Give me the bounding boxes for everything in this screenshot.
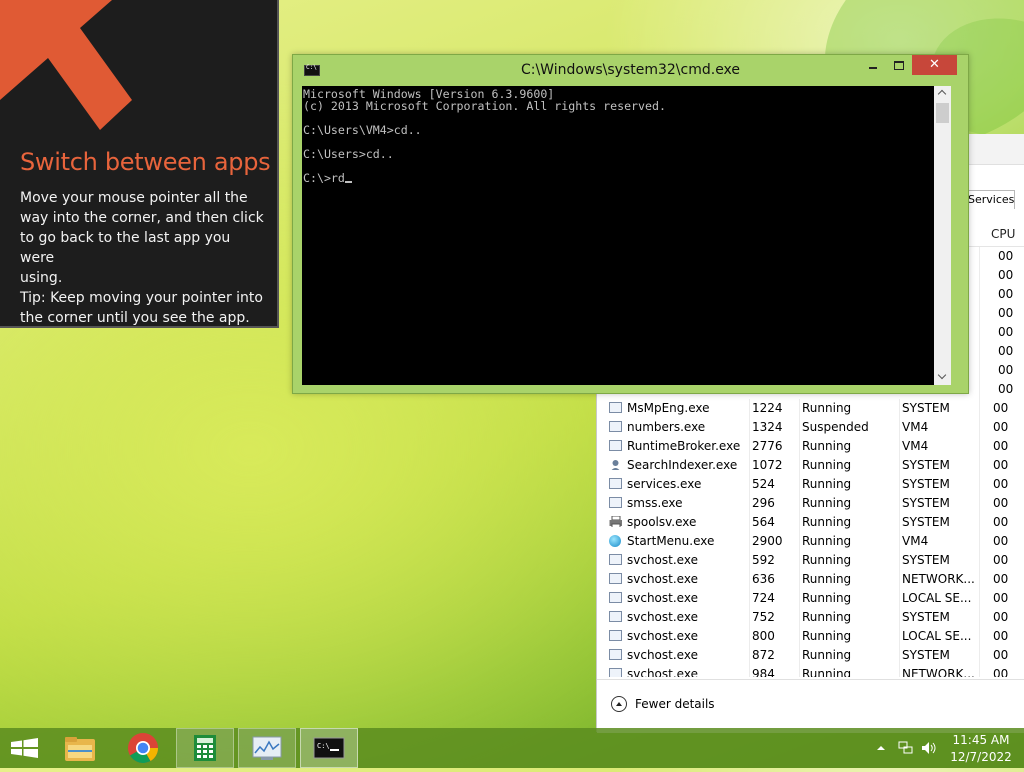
calculator-icon xyxy=(194,735,216,761)
svg-text:C:\: C:\ xyxy=(317,742,330,750)
cpu-cell: 00 xyxy=(979,361,1024,380)
tip-body: Move your mouse pointer all the way into… xyxy=(20,188,265,328)
table-row[interactable]: smss.exe 296 Running SYSTEM 00 xyxy=(605,494,1024,513)
window-icon xyxy=(609,497,622,508)
cpu-cell: 00 xyxy=(979,247,1024,266)
window-icon xyxy=(609,440,622,451)
window-icon xyxy=(609,611,622,622)
switch-apps-tip-panel: Switch between apps Move your mouse poin… xyxy=(0,0,279,328)
tip-line: Move your mouse pointer all the xyxy=(20,190,248,206)
tip-line: to go back to the last app you were xyxy=(20,230,231,266)
cpu-cell: 00 xyxy=(979,380,1024,399)
fewer-details-label: Fewer details xyxy=(635,697,715,711)
table-row[interactable]: svchost.exe 636 Running NETWORK... 00 xyxy=(605,570,1024,589)
cpu-cell: 00 xyxy=(979,342,1024,361)
maximize-button[interactable] xyxy=(886,57,912,75)
scroll-up-arrow-icon[interactable] xyxy=(934,86,951,102)
taskbar-cmd[interactable]: C:\ xyxy=(300,728,358,768)
cmd-icon: C:\ xyxy=(313,737,345,759)
table-row[interactable]: svchost.exe 800 Running LOCAL SE... 00 xyxy=(605,627,1024,646)
table-row[interactable]: SearchIndexer.exe 1072 Running SYSTEM 00 xyxy=(605,456,1024,475)
cmd-titlebar[interactable]: C:\Windows\system32\cmd.exe ✕ xyxy=(293,55,968,85)
fewer-details-button[interactable]: Fewer details xyxy=(611,696,715,712)
cpu-cell: 00 xyxy=(979,304,1024,323)
table-row[interactable]: spoolsv.exe 564 Running SYSTEM 00 xyxy=(605,513,1024,532)
chrome-icon xyxy=(128,733,158,764)
table-row[interactable]: numbers.exe 1324 Suspended VM4 00 xyxy=(605,418,1024,437)
volume-icon[interactable] xyxy=(921,740,937,756)
file-explorer-icon xyxy=(65,737,95,761)
text-cursor xyxy=(344,181,352,183)
console-line: C:\Users\VM4>cd.. xyxy=(303,123,422,137)
console-line: (c) 2013 Microsoft Corporation. All righ… xyxy=(303,99,666,113)
start-button[interactable] xyxy=(0,728,58,768)
taskbar-chrome[interactable] xyxy=(114,728,172,768)
scroll-down-arrow-icon[interactable] xyxy=(934,369,951,385)
table-row[interactable]: svchost.exe 872 Running SYSTEM 00 xyxy=(605,646,1024,665)
taskbar-resource-monitor[interactable] xyxy=(238,728,296,768)
vertical-scrollbar[interactable] xyxy=(934,86,951,385)
minimize-button[interactable] xyxy=(860,57,886,75)
taskbar: C:\ 11:45 AM 12/7/2022 xyxy=(0,728,1024,768)
table-row[interactable]: StartMenu.exe 2900 Running VM4 00 xyxy=(605,532,1024,551)
task-manager-footer: Fewer details xyxy=(597,679,1024,733)
cpu-cell: 00 xyxy=(979,285,1024,304)
table-row[interactable]: services.exe 524 Running SYSTEM 00 xyxy=(605,475,1024,494)
resource-monitor-icon xyxy=(252,736,282,760)
scrollbar-thumb[interactable] xyxy=(936,103,949,123)
column-header-cpu[interactable]: CPU xyxy=(991,227,1015,241)
window-icon xyxy=(609,402,622,413)
console-output: Microsoft Windows [Version 6.3.9600] (c)… xyxy=(302,86,934,184)
taskbar-calculator[interactable] xyxy=(176,728,234,768)
tip-line: way into the corner, and then click xyxy=(20,210,264,226)
window-icon xyxy=(609,592,622,603)
window-icon xyxy=(609,478,622,489)
process-table: MsMpEng.exe 1224 Running SYSTEM 00 numbers.e… xyxy=(605,399,1024,677)
cmd-window[interactable]: C:\Windows\system32\cmd.exe ✕ Microsoft … xyxy=(292,54,969,394)
tip-line: using. xyxy=(20,270,63,286)
table-row[interactable]: svchost.exe 724 Running LOCAL SE... 00 xyxy=(605,589,1024,608)
tip-title: Switch between apps xyxy=(20,148,271,176)
close-button[interactable]: ✕ xyxy=(912,55,957,75)
table-row[interactable]: svchost.exe 752 Running SYSTEM 00 xyxy=(605,608,1024,627)
console-area[interactable]: Microsoft Windows [Version 6.3.9600] (c)… xyxy=(302,86,934,385)
window-icon xyxy=(609,649,622,660)
table-row[interactable]: svchost.exe 984 Running NETWORK... 00 xyxy=(605,665,1024,677)
printer-icon xyxy=(609,516,622,527)
network-icon[interactable] xyxy=(898,740,914,756)
window-icon xyxy=(609,668,622,677)
tip-line: Tip: Keep moving your pointer into xyxy=(20,290,263,306)
console-line: C:\Users>cd.. xyxy=(303,147,394,161)
console-line: C:\>rd xyxy=(303,171,345,185)
table-row[interactable]: svchost.exe 592 Running SYSTEM 00 xyxy=(605,551,1024,570)
show-hidden-icons-icon[interactable] xyxy=(876,743,886,753)
taskbar-file-explorer[interactable] xyxy=(52,728,110,768)
tab-services[interactable]: Services xyxy=(963,190,1015,209)
table-row[interactable]: MsMpEng.exe 1224 Running SYSTEM 00 xyxy=(605,399,1024,418)
window-icon xyxy=(609,630,622,641)
tip-line: the corner until you see the app. xyxy=(20,310,250,326)
cpu-cell: 00 xyxy=(979,266,1024,285)
window-icon xyxy=(609,421,622,432)
arrow-up-left-icon xyxy=(0,0,132,130)
person-icon xyxy=(609,459,622,470)
chevron-up-icon xyxy=(611,696,627,712)
table-row[interactable]: RuntimeBroker.exe 2776 Running VM4 00 xyxy=(605,437,1024,456)
clock-date[interactable]: 12/7/2022 xyxy=(948,750,1014,764)
globe-icon xyxy=(609,535,621,547)
clock-time[interactable]: 11:45 AM xyxy=(948,733,1014,747)
cpu-cell: 00 xyxy=(979,323,1024,342)
windows-logo-icon xyxy=(11,738,38,758)
window-icon xyxy=(609,554,622,565)
window-icon xyxy=(609,573,622,584)
